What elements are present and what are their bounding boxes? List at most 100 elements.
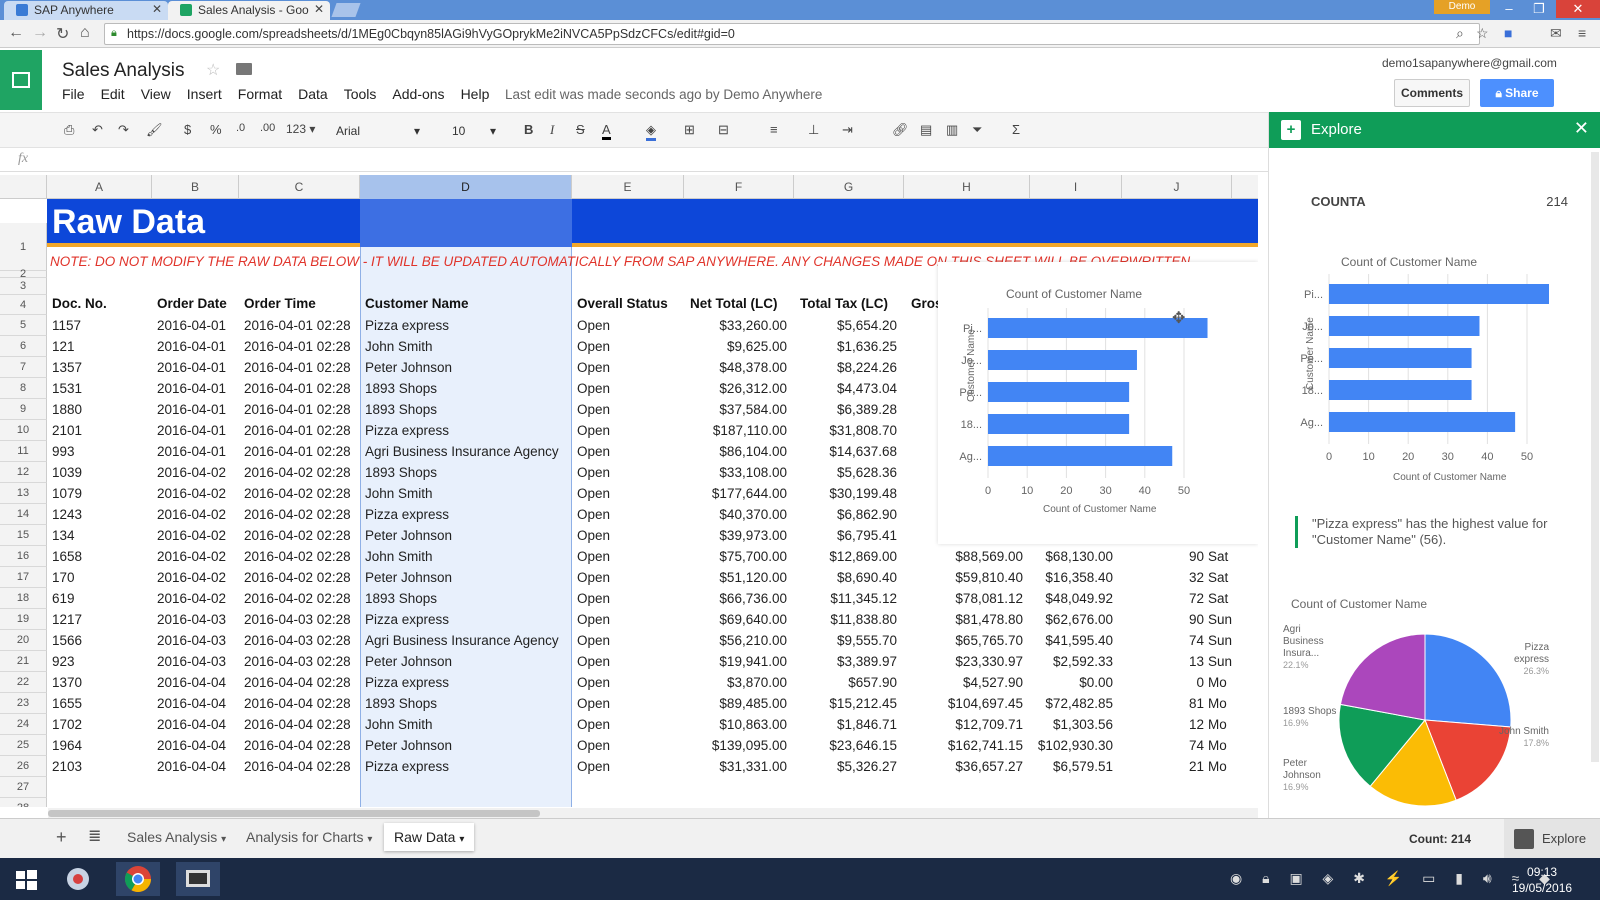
table-cell[interactable]: $8,224.26 [767, 360, 897, 375]
menu-help[interactable]: Help [461, 86, 490, 102]
embedded-bar-chart[interactable]: Count of Customer Name Customer Name Cou… [938, 262, 1258, 544]
table-cell[interactable]: $4,473.04 [767, 381, 897, 396]
column-header-d[interactable]: D [360, 175, 572, 199]
table-cell[interactable]: 90 [1074, 612, 1204, 627]
table-cell[interactable]: 2016-04-02 [157, 465, 226, 480]
table-cell[interactable]: 923 [52, 654, 75, 669]
table-cell[interactable]: Open [577, 486, 610, 501]
table-cell[interactable]: Agri Business Insurance Agency [365, 633, 559, 648]
insert-chart-icon[interactable]: ▥ [946, 122, 958, 138]
column-header-c[interactable]: C [239, 175, 360, 199]
table-cell[interactable]: Sat [1208, 591, 1228, 606]
table-cell[interactable]: $11,838.80 [767, 612, 897, 627]
text-color-icon[interactable]: A [602, 122, 611, 140]
table-cell[interactable]: Open [577, 549, 610, 564]
column-header-f[interactable]: F [684, 175, 794, 199]
table-cell[interactable]: 2016-04-01 [157, 381, 226, 396]
table-cell[interactable]: Peter Johnson [365, 360, 452, 375]
table-cell[interactable]: 2016-04-03 02:28 [244, 633, 351, 648]
table-cell[interactable]: 2016-04-02 [157, 486, 226, 501]
table-cell[interactable]: 2016-04-04 [157, 696, 226, 711]
table-cell[interactable]: 74 [1074, 738, 1204, 753]
column-header-b[interactable]: B [152, 175, 239, 199]
undo-icon[interactable]: ↶ [92, 122, 103, 138]
table-cell[interactable]: 2016-04-02 02:28 [244, 507, 351, 522]
menu-file[interactable]: File [62, 86, 85, 102]
table-cell[interactable]: 134 [52, 528, 75, 543]
row-header[interactable]: 5 [0, 315, 47, 336]
explore-pie-chart[interactable]: Count of Customer Name Pizza express26.3%… [1283, 594, 1587, 818]
row-header[interactable]: 22 [0, 672, 47, 693]
sheets-logo-icon[interactable] [0, 50, 42, 110]
table-cell[interactable]: 2016-04-01 02:28 [244, 444, 351, 459]
column-header-e[interactable]: E [572, 175, 684, 199]
table-cell[interactable]: 2016-04-02 [157, 507, 226, 522]
insert-comment-icon[interactable]: ▤ [920, 122, 932, 138]
close-icon[interactable]: ✕ [314, 2, 324, 16]
table-cell[interactable]: Open [577, 696, 610, 711]
row-header[interactable]: 20 [0, 630, 47, 651]
explore-scrollbar[interactable] [1591, 152, 1599, 762]
table-cell[interactable]: $11,345.12 [767, 591, 897, 606]
selection-count[interactable]: Count: 214 [1409, 832, 1471, 846]
borders-icon[interactable]: ⊞ [684, 122, 695, 138]
table-cell[interactable]: Open [577, 444, 610, 459]
row-header[interactable]: 26 [0, 756, 47, 777]
column-header-j[interactable]: J [1122, 175, 1232, 199]
window-close-icon[interactable]: ✕ [1556, 0, 1600, 18]
mail-icon[interactable]: ✉ [1550, 25, 1562, 42]
table-cell[interactable]: 2016-04-02 02:28 [244, 465, 351, 480]
row-header[interactable]: 3 [0, 278, 47, 295]
folder-icon[interactable] [236, 63, 252, 75]
table-cell[interactable]: $6,862.90 [767, 507, 897, 522]
table-cell[interactable]: 2016-04-03 [157, 654, 226, 669]
table-cell[interactable]: $12,869.00 [767, 549, 897, 564]
bar[interactable] [1329, 284, 1549, 304]
table-cell[interactable]: 1893 Shops [365, 696, 437, 711]
table-cell[interactable]: $5,326.27 [767, 759, 897, 774]
table-cell[interactable]: 2016-04-02 02:28 [244, 591, 351, 606]
table-cell[interactable]: 2016-04-02 [157, 549, 226, 564]
percent-format-icon[interactable]: % [210, 122, 222, 137]
row-header[interactable]: 24 [0, 714, 47, 735]
table-cell[interactable]: Open [577, 612, 610, 627]
row-header[interactable]: 10 [0, 420, 47, 441]
explore-button[interactable]: Explore [1504, 819, 1600, 859]
browser-tab-sap-anywhere[interactable]: SAP Anywhere ✕ [4, 1, 168, 20]
row-header[interactable]: 28 [0, 798, 47, 807]
row-header[interactable]: 19 [0, 609, 47, 630]
table-cell[interactable]: John Smith [365, 549, 433, 564]
table-cell[interactable]: $30,199.48 [767, 486, 897, 501]
table-cell[interactable]: 2016-04-02 02:28 [244, 549, 351, 564]
table-cell[interactable]: 1893 Shops [365, 465, 437, 480]
table-cell[interactable]: 2016-04-03 02:28 [244, 654, 351, 669]
table-cell[interactable]: Open [577, 465, 610, 480]
table-cell[interactable]: Pizza express [365, 675, 449, 690]
account-email[interactable]: demo1sapanywhere@gmail.com [1382, 56, 1557, 70]
star-icon[interactable]: ☆ [206, 60, 220, 80]
column-header-i[interactable]: I [1030, 175, 1122, 199]
table-cell[interactable]: John Smith [365, 486, 433, 501]
table-cell[interactable]: Open [577, 360, 610, 375]
table-cell[interactable]: 2016-04-01 02:28 [244, 318, 351, 333]
table-cell[interactable]: Sun [1208, 633, 1232, 648]
table-cell[interactable]: 12 [1074, 717, 1204, 732]
table-cell[interactable]: 0 [1074, 675, 1204, 690]
bar[interactable] [1329, 412, 1516, 432]
table-cell[interactable]: Peter Johnson [365, 570, 452, 585]
table-cell[interactable]: 1893 Shops [365, 402, 437, 417]
table-cell[interactable]: Open [577, 570, 610, 585]
table-cell[interactable]: 2016-04-03 02:28 [244, 612, 351, 627]
table-cell[interactable]: 121 [52, 339, 75, 354]
number-format-dropdown[interactable]: 123 ▾ [286, 122, 315, 136]
table-cell[interactable]: 1880 [52, 402, 82, 417]
spreadsheet-grid[interactable]: Raw Data NOTE: DO NOT MODIFY THE RAW DAT… [0, 175, 1258, 807]
table-cell[interactable]: Open [577, 381, 610, 396]
table-cell[interactable]: Open [577, 339, 610, 354]
bookmark-star-icon[interactable]: ☆ [1476, 25, 1489, 42]
table-cell[interactable]: 1658 [52, 549, 82, 564]
row-header[interactable]: 21 [0, 651, 47, 672]
table-cell[interactable]: 2016-04-01 02:28 [244, 381, 351, 396]
table-cell[interactable]: 2016-04-04 02:28 [244, 696, 351, 711]
system-tray[interactable]: ◉ 🔒︎ ▣ ◈ ✱ ⚡ ▭ ▮ 🔊︎ ≈ ◆ [1230, 870, 1558, 887]
